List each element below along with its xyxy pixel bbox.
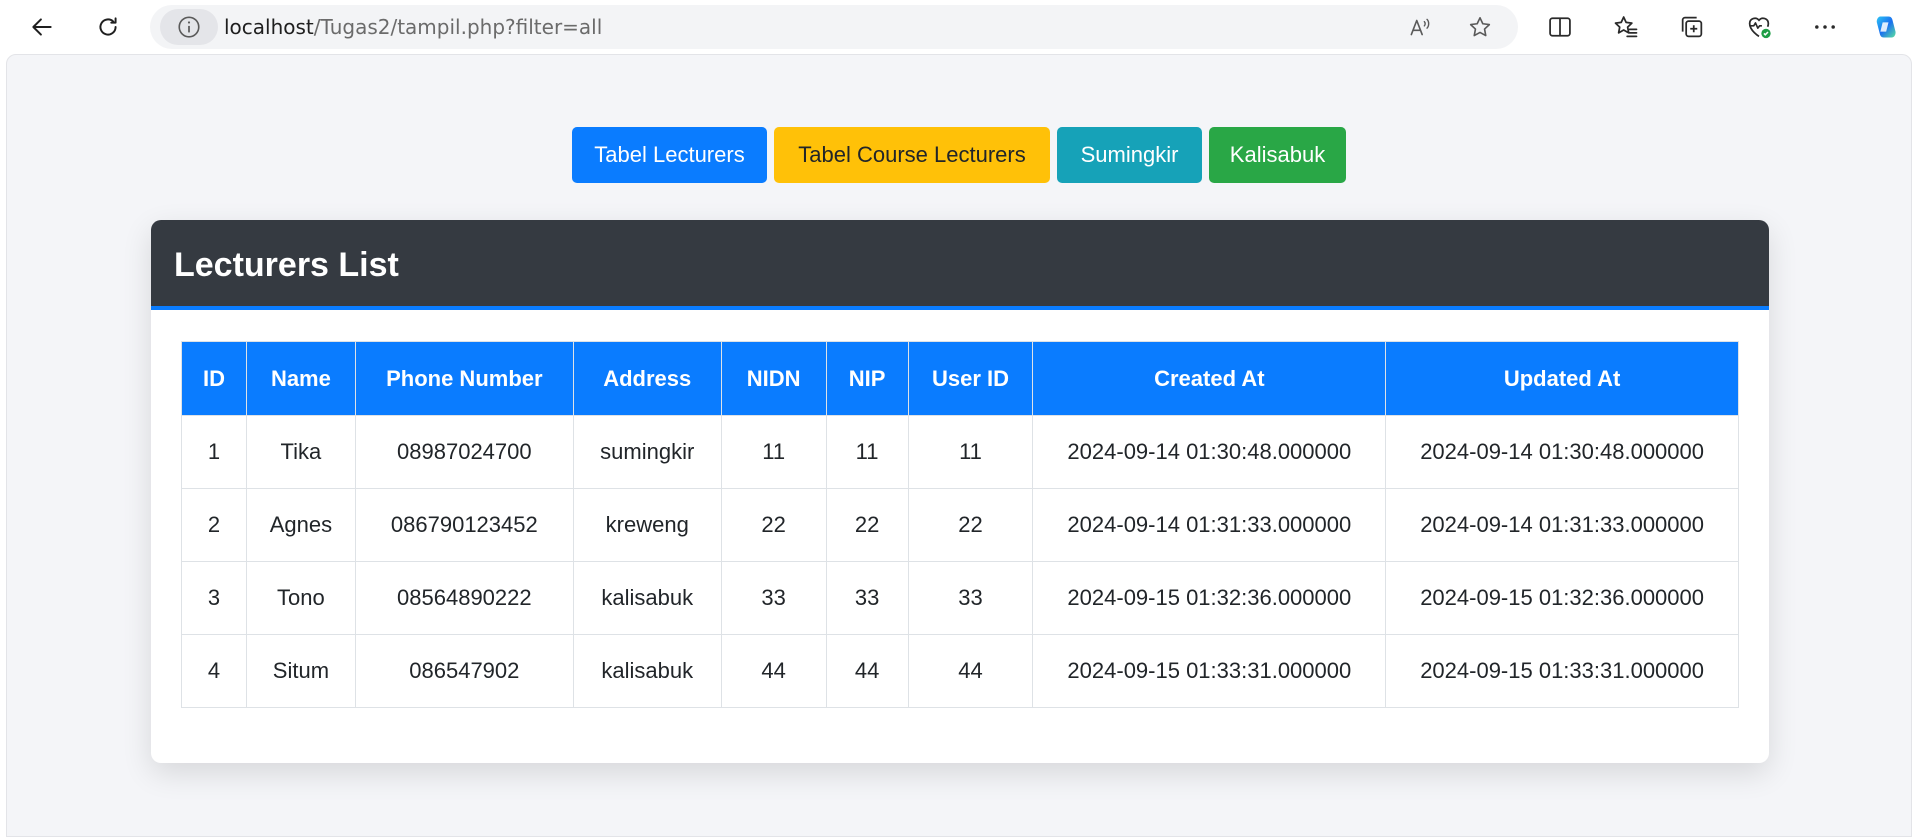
address-bar[interactable]: localhost/Tugas2/tampil.php?filter=all: [150, 5, 1518, 49]
more-icon: [1815, 25, 1835, 29]
favorite-button[interactable]: [1465, 12, 1495, 42]
cell-name: Situm: [245, 634, 356, 708]
cell-updated-at: 2024-09-15 01:32:36.000000: [1385, 561, 1739, 635]
column-header-address: Address: [572, 341, 722, 416]
column-header-name: Name: [245, 341, 356, 416]
url-host: localhost: [224, 15, 314, 39]
copilot-button[interactable]: [1868, 10, 1902, 44]
cell-phone-number: 086547902: [354, 634, 574, 708]
cell-address: sumingkir: [572, 415, 722, 489]
favorites-button[interactable]: [1609, 10, 1643, 44]
column-header-nip: NIP: [825, 341, 909, 416]
cell-name: Tika: [245, 415, 356, 489]
column-header-created-at: Created At: [1032, 341, 1387, 416]
cell-updated-at: 2024-09-14 01:30:48.000000: [1385, 415, 1739, 489]
lecturers-table: ID Name Phone Number Address NIDN NIP Us…: [181, 341, 1739, 708]
table-header-row: ID Name Phone Number Address NIDN NIP Us…: [181, 341, 1739, 416]
settings-more-button[interactable]: [1808, 10, 1842, 44]
kalisabuk-button[interactable]: Kalisabuk: [1209, 127, 1346, 183]
cell-address: kalisabuk: [572, 561, 722, 635]
table-row: 3 Tono 08564890222 kalisabuk 33 33 33 20…: [181, 561, 1739, 635]
reload-button[interactable]: [88, 8, 128, 46]
column-header-nidn: NIDN: [720, 341, 827, 416]
read-aloud-button[interactable]: [1405, 12, 1435, 42]
cell-created-at: 2024-09-14 01:30:48.000000: [1032, 415, 1387, 489]
cell-phone-number: 08987024700: [354, 415, 574, 489]
cell-user-id: 44: [907, 634, 1034, 708]
cell-updated-at: 2024-09-14 01:31:33.000000: [1385, 488, 1739, 562]
cell-nip: 22: [825, 488, 909, 562]
browser-essentials-button[interactable]: [1742, 10, 1776, 44]
cell-nip: 11: [825, 415, 909, 489]
cell-nidn: 11: [720, 415, 827, 489]
cell-phone-number: 086790123452: [354, 488, 574, 562]
cell-nip: 33: [825, 561, 909, 635]
collections-icon: [1681, 16, 1703, 38]
table-row: 1 Tika 08987024700 sumingkir 11 11 11 20…: [181, 415, 1739, 489]
cell-updated-at: 2024-09-15 01:33:31.000000: [1385, 634, 1739, 708]
cell-nidn: 44: [720, 634, 827, 708]
table-row: 4 Situm 086547902 kalisabuk 44 44 44 202…: [181, 634, 1739, 708]
table-nav-buttons: Tabel Lecturers Tabel Course Lecturers S…: [7, 127, 1911, 183]
cell-name: Agnes: [245, 488, 356, 562]
cell-phone-number: 08564890222: [354, 561, 574, 635]
cell-address: kreweng: [572, 488, 722, 562]
cell-created-at: 2024-09-15 01:32:36.000000: [1032, 561, 1387, 635]
sumingkir-button[interactable]: Sumingkir: [1057, 127, 1202, 183]
refresh-icon: [99, 17, 117, 36]
card-header: Lecturers List: [151, 220, 1769, 310]
cell-id: 4: [181, 634, 247, 708]
site-info-button[interactable]: [160, 9, 218, 45]
tabel-lecturers-button[interactable]: Tabel Lecturers: [572, 127, 767, 183]
arrow-left-icon: [32, 18, 52, 36]
cell-id: 2: [181, 488, 247, 562]
cell-user-id: 22: [907, 488, 1034, 562]
info-icon: [178, 16, 200, 38]
cell-nip: 44: [825, 634, 909, 708]
page-viewport: Tabel Lecturers Tabel Course Lecturers S…: [6, 54, 1912, 837]
column-header-updated-at: Updated At: [1385, 341, 1739, 416]
url-text: localhost/Tugas2/tampil.php?filter=all: [224, 5, 602, 49]
cell-created-at: 2024-09-15 01:33:31.000000: [1032, 634, 1387, 708]
collections-button[interactable]: [1675, 10, 1709, 44]
split-screen-icon: [1549, 17, 1571, 37]
heart-pulse-icon: [1748, 17, 1771, 39]
page-title: Lecturers List: [174, 246, 399, 284]
back-button[interactable]: [22, 8, 62, 46]
cell-nidn: 33: [720, 561, 827, 635]
column-header-id: ID: [181, 341, 247, 416]
url-path: /Tugas2/tampil.php?filter=all: [313, 15, 603, 39]
read-aloud-icon: [1410, 18, 1430, 36]
table-row: 2 Agnes 086790123452 kreweng 22 22 22 20…: [181, 488, 1739, 562]
star-icon: [1469, 16, 1491, 37]
favorites-list-icon: [1614, 16, 1638, 38]
cell-user-id: 33: [907, 561, 1034, 635]
cell-user-id: 11: [907, 415, 1034, 489]
cell-name: Tono: [245, 561, 356, 635]
lecturers-card: Lecturers List ID Name Phone Number Addr…: [151, 220, 1769, 763]
cell-id: 3: [181, 561, 247, 635]
browser-toolbar: localhost/Tugas2/tampil.php?filter=all: [0, 0, 1918, 54]
tabel-course-lecturers-button[interactable]: Tabel Course Lecturers: [774, 127, 1050, 183]
cell-id: 1: [181, 415, 247, 489]
copilot-icon: [1876, 16, 1896, 38]
column-header-phone-number: Phone Number: [354, 341, 574, 416]
column-header-user-id: User ID: [907, 341, 1034, 416]
split-screen-button[interactable]: [1543, 10, 1577, 44]
cell-created-at: 2024-09-14 01:31:33.000000: [1032, 488, 1387, 562]
cell-nidn: 22: [720, 488, 827, 562]
cell-address: kalisabuk: [572, 634, 722, 708]
